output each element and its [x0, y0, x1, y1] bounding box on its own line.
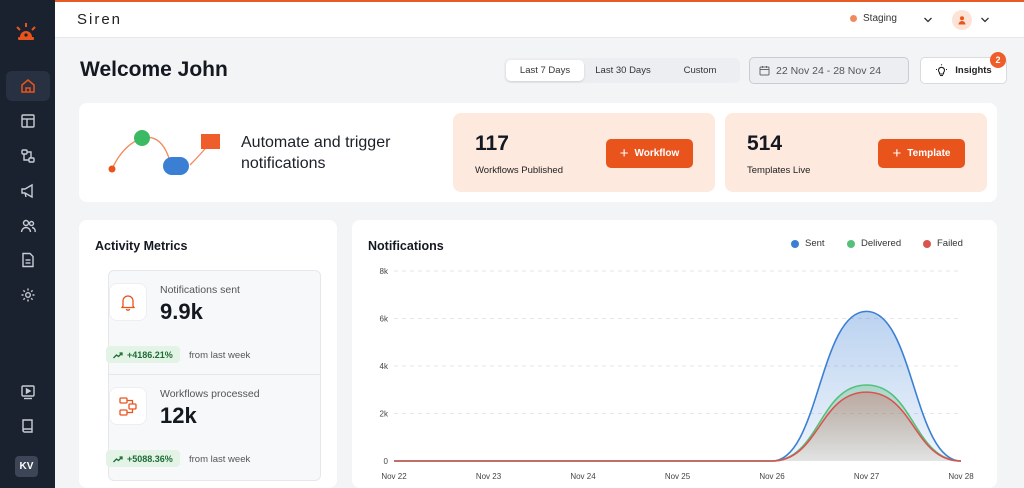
x-tick-label: Nov 27 — [854, 472, 880, 481]
chevron-down-icon[interactable] — [923, 15, 933, 25]
workflows-published-value: 117 — [475, 132, 509, 155]
environment-label: Staging — [863, 13, 897, 24]
megaphone-icon — [21, 183, 33, 199]
x-tick-label: Nov 22 — [381, 472, 407, 481]
sidebar-item-home[interactable] — [6, 71, 50, 101]
metric-notifications-sent: Notifications sent 9.9k +4186.21% from l… — [106, 270, 321, 375]
app-brand: Siren — [77, 11, 123, 28]
workflows-published-label: Workflows Published — [475, 165, 564, 176]
x-tick-label: Nov 25 — [665, 472, 691, 481]
notifications-chart-card: Notifications Sent Delivered Failed 0 2k 4… — [352, 220, 997, 488]
metric-value: 12k — [160, 403, 197, 428]
sidebar-item-dashboard[interactable] — [6, 106, 50, 136]
environment-selector[interactable]: Staging — [850, 13, 897, 24]
sidebar-item-users[interactable] — [6, 211, 50, 241]
metric-icon-wrapper — [109, 387, 147, 425]
templates-live-label: Templates Live — [747, 165, 811, 176]
flow-icon — [119, 397, 137, 416]
sidebar-item-docs[interactable] — [6, 411, 50, 441]
trending-up-icon — [113, 455, 123, 462]
plus-icon: + — [892, 145, 902, 162]
book-icon — [22, 419, 33, 433]
metric-workflows-processed: Workflows processed 12k +5088.36% from l… — [106, 375, 321, 481]
add-template-button[interactable]: + Template — [878, 139, 965, 168]
y-tick-label: 2k — [380, 410, 389, 419]
workflows-stat-card: 117 Workflows Published + Workflow — [453, 113, 715, 192]
x-tick-label: Nov 26 — [759, 472, 785, 481]
user-icon — [958, 16, 966, 25]
add-template-label: Template — [907, 148, 951, 159]
activity-metrics-card: Activity Metrics Notifications sent 9.9k… — [79, 220, 337, 488]
siren-logo-icon — [16, 23, 36, 40]
y-tick-label: 6k — [380, 315, 389, 324]
templates-stat-card: 514 Templates Live + Template — [725, 113, 987, 192]
y-tick-label: 0 — [384, 457, 389, 466]
add-workflow-label: Workflow — [634, 148, 680, 159]
date-range-value: 22 Nov 24 - 28 Nov 24 — [776, 64, 882, 77]
settings-icon — [21, 288, 35, 302]
metric-change-value: +4186.21% — [127, 349, 173, 360]
x-tick-label: Nov 24 — [570, 472, 596, 481]
metric-comparison-label: from last week — [189, 350, 251, 361]
activity-metrics-title: Activity Metrics — [95, 239, 188, 253]
metric-icon-wrapper — [109, 283, 147, 321]
y-tick-label: 4k — [380, 362, 389, 371]
automation-illustration-icon — [108, 130, 220, 175]
hero-message: Automate and trigger notifications — [241, 134, 391, 172]
bell-icon — [120, 295, 136, 311]
users-icon — [20, 219, 36, 233]
user-menu-button[interactable] — [952, 10, 972, 30]
workflow-icon — [21, 149, 35, 163]
chevron-down-icon[interactable] — [980, 15, 990, 25]
notifications-area-chart: 0 2k 4k 6k 8k Nov 22 Nov 23 Nov 24 Nov 25 Nov 26 N… — [380, 267, 975, 481]
layout-icon — [21, 114, 35, 128]
sidebar-item-settings[interactable] — [6, 280, 50, 310]
date-range-field[interactable]: 22 Nov 24 - 28 Nov 24 — [749, 57, 909, 84]
sidebar-item-workflows[interactable] — [6, 141, 50, 171]
metric-comparison-label: from last week — [189, 454, 251, 465]
video-icon — [21, 385, 35, 400]
sidebar: KV — [0, 0, 55, 488]
home-icon — [21, 79, 35, 93]
metric-change-badge: +5088.36% — [106, 450, 180, 467]
templates-live-value: 514 — [747, 132, 783, 155]
trending-up-icon — [113, 351, 123, 358]
series-area-failed — [394, 392, 961, 461]
document-icon — [22, 252, 34, 268]
sidebar-item-tutorials[interactable] — [6, 377, 50, 407]
lightbulb-icon — [936, 64, 948, 77]
tab-last-7-days[interactable]: Last 7 Days — [506, 60, 584, 81]
add-workflow-button[interactable]: + Workflow — [606, 139, 693, 168]
metric-label: Notifications sent — [160, 284, 240, 296]
plus-icon: + — [619, 145, 629, 162]
date-range-tabs: Last 7 Days Last 30 Days Custom — [504, 58, 740, 83]
environment-status-dot — [850, 15, 857, 22]
tab-custom[interactable]: Custom — [662, 60, 738, 81]
y-tick-label: 8k — [380, 267, 389, 276]
top-bar: Siren Staging — [55, 0, 1024, 38]
insights-count-badge: 2 — [990, 52, 1006, 68]
tab-last-30-days[interactable]: Last 30 Days — [584, 60, 662, 81]
page-title: Welcome John — [80, 58, 228, 81]
calendar-icon — [759, 66, 770, 76]
metric-change-badge: +4186.21% — [106, 346, 180, 363]
x-tick-label: Nov 23 — [476, 472, 502, 481]
insights-label: Insights — [955, 65, 992, 76]
x-tick-label: Nov 28 — [948, 472, 974, 481]
sidebar-item-campaigns[interactable] — [6, 176, 50, 206]
user-avatar[interactable]: KV — [15, 456, 38, 477]
metric-change-value: +5088.36% — [127, 453, 173, 464]
sidebar-item-templates[interactable] — [6, 245, 50, 275]
metric-label: Workflows processed — [160, 388, 260, 400]
metric-value: 9.9k — [160, 299, 203, 324]
